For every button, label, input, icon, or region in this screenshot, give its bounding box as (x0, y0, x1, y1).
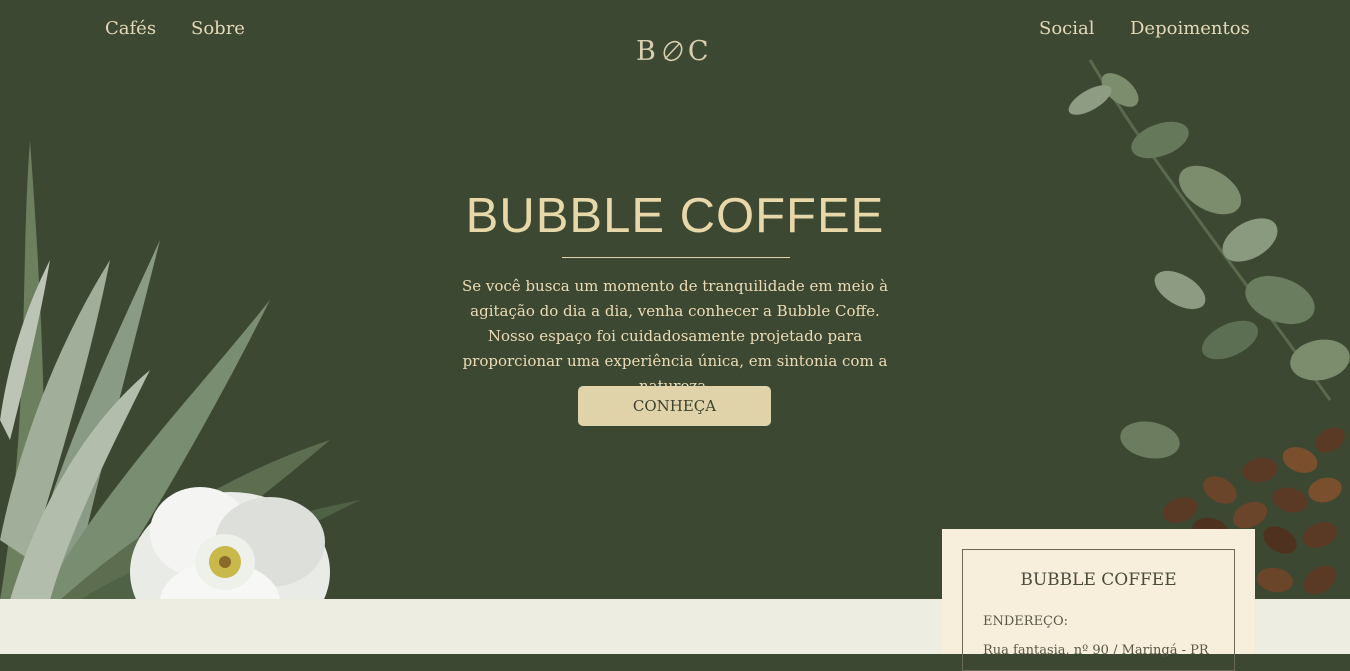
hero-description: Se você busca um momento de tranquilidad… (461, 277, 889, 395)
white-flower-image (130, 487, 330, 600)
nav-link-depoimentos[interactable]: Depoimentos (1130, 18, 1250, 39)
eucalyptus-branch-image (1068, 59, 1350, 459)
nav-link-sobre[interactable]: Sobre (191, 18, 245, 39)
logo-letter-b: B (636, 35, 658, 67)
hero-title: BUBBLE COFFEE (465, 189, 885, 243)
conheca-button[interactable]: CONHEÇA (578, 386, 771, 426)
nav-link-cafes[interactable]: Cafés (105, 18, 156, 39)
leaf-icon (663, 40, 683, 62)
info-card-title: BUBBLE COFFEE (1020, 570, 1177, 590)
title-divider (562, 257, 790, 258)
nav-link-social[interactable]: Social (1039, 18, 1095, 39)
address-text: Rua fantasia, nº 90 / Maringá - PR (983, 643, 1209, 658)
brand-logo[interactable]: B C (636, 34, 716, 68)
logo-letter-c: C (687, 35, 711, 67)
address-label: ENDEREÇO: (983, 614, 1069, 629)
info-card-frame: BUBBLE COFFEE ENDEREÇO: Rua fantasia, nº… (962, 549, 1235, 671)
info-card: BUBBLE COFFEE ENDEREÇO: Rua fantasia, nº… (942, 529, 1255, 671)
hero-section: Cafés Sobre Social Depoimentos B C BUBBL… (0, 0, 1350, 600)
